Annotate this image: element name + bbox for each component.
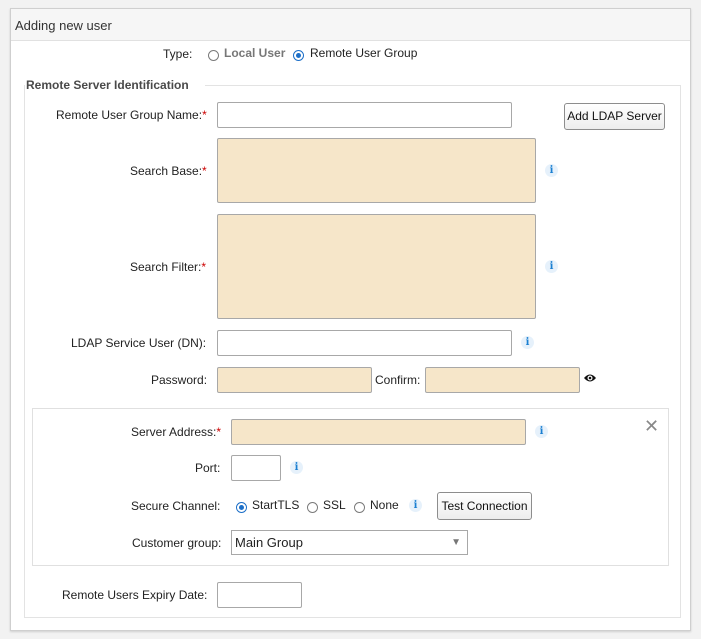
customer-group-select[interactable]: Main Group ▼: [231, 530, 468, 555]
search-base-label: Search Base:*: [130, 164, 207, 178]
password-input[interactable]: [217, 367, 372, 393]
info-icon[interactable]: i: [521, 336, 534, 349]
eye-icon[interactable]: [583, 372, 597, 384]
info-icon[interactable]: i: [545, 164, 558, 177]
radio-remote-user-group[interactable]: [293, 50, 304, 61]
radio-starttls-label[interactable]: StartTLS: [252, 498, 299, 512]
customer-group-value: Main Group: [235, 535, 303, 550]
expiry-label: Remote Users Expiry Date:: [62, 588, 208, 602]
search-filter-textarea[interactable]: [217, 214, 536, 319]
radio-ssl-label[interactable]: SSL: [323, 498, 346, 512]
panel-title: Adding new user: [15, 18, 112, 33]
ldap-user-label: LDAP Service User (DN):: [71, 336, 207, 350]
search-base-textarea[interactable]: [217, 138, 536, 203]
radio-ssl[interactable]: [307, 502, 318, 513]
info-icon[interactable]: i: [290, 461, 303, 474]
info-icon[interactable]: i: [409, 499, 422, 512]
radio-none-label[interactable]: None: [370, 498, 399, 512]
close-icon[interactable]: ✕: [644, 417, 659, 435]
info-icon[interactable]: i: [535, 425, 548, 438]
customer-group-label: Customer group:: [132, 536, 222, 550]
radio-local-user[interactable]: [208, 50, 219, 61]
secure-channel-label: Secure Channel:: [131, 499, 221, 513]
search-filter-label: Search Filter:*: [130, 260, 207, 274]
chevron-down-icon: ▼: [451, 537, 461, 548]
server-address-input[interactable]: [231, 419, 526, 445]
radio-remote-user-group-label[interactable]: Remote User Group: [310, 46, 417, 60]
test-connection-button[interactable]: Test Connection: [437, 492, 532, 520]
port-label: Port:: [195, 461, 221, 475]
port-input[interactable]: [231, 455, 281, 481]
expiry-date-input[interactable]: [217, 582, 302, 608]
info-icon[interactable]: i: [545, 260, 558, 273]
type-label: Type:: [163, 47, 193, 61]
confirm-label: Confirm:: [375, 373, 421, 387]
ldap-user-input[interactable]: [217, 330, 512, 356]
password-label: Password:: [151, 373, 208, 387]
group-name-input[interactable]: [217, 102, 512, 128]
group-name-label: Remote User Group Name:*: [56, 108, 207, 122]
server-address-label: Server Address:*: [131, 425, 222, 439]
radio-local-user-label[interactable]: Local User: [224, 46, 285, 60]
radio-none[interactable]: [354, 502, 365, 513]
confirm-password-input[interactable]: [425, 367, 580, 393]
panel-header: Adding new user: [11, 9, 690, 41]
section-rule: [205, 85, 681, 86]
add-ldap-server-button[interactable]: Add LDAP Server: [564, 103, 665, 130]
radio-starttls[interactable]: [236, 502, 247, 513]
